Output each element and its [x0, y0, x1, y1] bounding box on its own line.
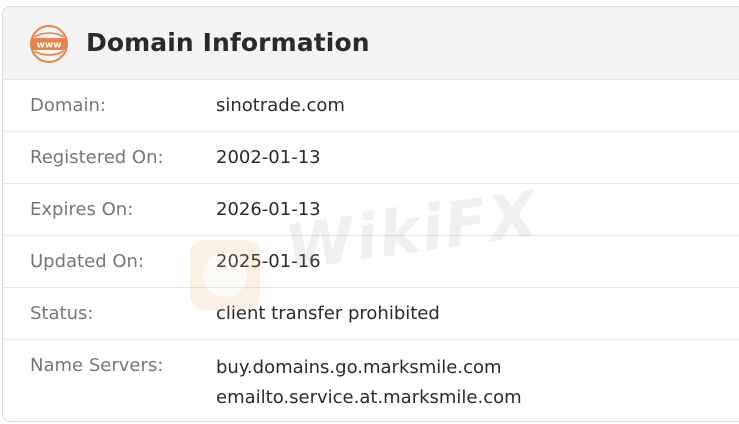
- row-expires-on: Expires On: 2026-01-13: [3, 184, 739, 236]
- row-name-servers: Name Servers: buy.domains.go.marksmile.c…: [3, 340, 739, 420]
- www-globe-icon: www: [30, 25, 68, 63]
- row-label: Status:: [30, 303, 94, 324]
- card-header: www Domain Information: [3, 7, 739, 80]
- row-domain: Domain: sinotrade.com: [3, 80, 739, 132]
- row-registered-on: Registered On: 2002-01-13: [3, 132, 739, 184]
- row-label: Domain:: [30, 95, 106, 116]
- row-label: Name Servers:: [30, 355, 164, 376]
- name-server-item: buy.domains.go.marksmile.com: [216, 357, 502, 378]
- row-value: sinotrade.com: [216, 95, 345, 116]
- name-server-item: emailto.service.at.marksmile.com: [216, 387, 522, 408]
- www-icon-text: www: [37, 41, 62, 51]
- info-rows: Domain: sinotrade.com Registered On: 200…: [3, 80, 739, 420]
- domain-info-card: www Domain Information Domain: sinotrade…: [2, 6, 739, 422]
- row-value: 2026-01-13: [216, 199, 321, 220]
- row-label: Registered On:: [30, 147, 164, 168]
- row-label: Expires On:: [30, 199, 134, 220]
- row-value: 2002-01-13: [216, 147, 321, 168]
- row-value: client transfer prohibited: [216, 303, 440, 324]
- row-label: Updated On:: [30, 251, 144, 272]
- name-servers-list: buy.domains.go.marksmile.com emailto.ser…: [216, 353, 522, 413]
- page-title: Domain Information: [86, 28, 370, 57]
- row-value: 2025-01-16: [216, 251, 321, 272]
- row-updated-on: Updated On: 2025-01-16: [3, 236, 739, 288]
- row-status: Status: client transfer prohibited: [3, 288, 739, 340]
